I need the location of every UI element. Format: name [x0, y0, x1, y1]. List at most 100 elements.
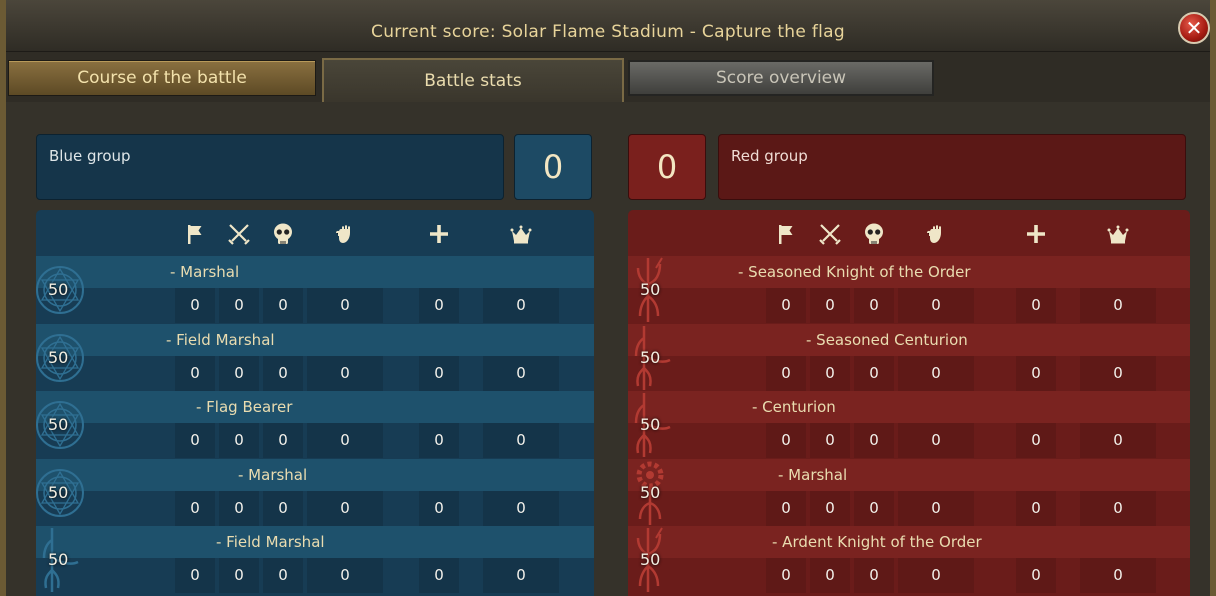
stat-crown: 0 — [1080, 490, 1156, 526]
red-player-row[interactable]: 50 - Centurion 0 0 0 0 0 0 — [628, 391, 1190, 458]
player-name-bar: - Marshal — [36, 458, 594, 491]
stat-crown: 0 — [483, 355, 559, 391]
stat-flag: 0 — [175, 490, 215, 526]
stat-skull: 0 — [263, 288, 303, 323]
stat-flag: 0 — [175, 288, 215, 323]
stat-flag: 0 — [766, 288, 806, 323]
player-level: 50 — [48, 347, 69, 367]
stat-fist: 0 — [307, 355, 383, 391]
player-level: 50 — [48, 550, 69, 569]
branch-emblem: 50 — [628, 391, 682, 458]
crossed-swords-icon — [227, 222, 251, 246]
stat-skull: 0 — [263, 490, 303, 526]
player-name-bar: - Marshal — [628, 458, 1190, 491]
battle-stats-content: Blue group 0 50- Marshal 0 0 0 0 0 0 50- Field … — [6, 102, 1210, 596]
blue-stats-table: 50- Marshal 0 0 0 0 0 0 50- Field Marshal 0 0 0 0 0 0… — [36, 210, 594, 596]
circle-rune-emblem: 50 — [36, 459, 90, 526]
blue-group-label: Blue group — [36, 134, 504, 200]
stat-skull: 0 — [854, 558, 894, 593]
trident-emblem: 50 — [628, 526, 682, 593]
blue-player-row[interactable]: 50- Field Marshal 0 0 0 0 0 0 — [36, 526, 594, 593]
close-icon[interactable]: ✕ — [1178, 12, 1210, 44]
player-rank-name: - Seasoned Centurion — [806, 330, 968, 349]
stat-flag: 0 — [175, 558, 215, 593]
red-player-row[interactable]: 50- Seasoned Knight of the Order 0 0 0 0 0 0 — [628, 256, 1190, 323]
player-stats: 000000 — [36, 490, 594, 526]
stat-fist: 0 — [898, 490, 974, 526]
stat-plus: 0 — [419, 288, 459, 323]
stat-fist: 0 — [307, 288, 383, 323]
crossed-swords-icon — [818, 222, 842, 246]
player-stats: 000000 — [628, 490, 1190, 526]
player-rank-name: - Flag Bearer — [196, 398, 293, 416]
player-stats: 000000 — [36, 423, 594, 458]
stat-skull: 0 — [854, 355, 894, 391]
trident-emblem: 50 — [628, 256, 682, 323]
blue-player-row[interactable]: 50- Flag Bearer 0 0 0 0 0 0 — [36, 391, 594, 458]
player-rank-name: - Centurion — [752, 398, 836, 416]
stat-skull: 0 — [854, 423, 894, 458]
stat-plus: 0 — [1016, 558, 1056, 593]
player-level: 50 — [640, 482, 661, 502]
player-level: 50 — [48, 280, 69, 299]
blue-player-row[interactable]: 50- Marshal 0 0 0 0 0 0 — [36, 256, 594, 323]
player-rank-name: - Marshal — [238, 465, 308, 484]
stat-fist: 0 — [307, 423, 383, 458]
player-rank-name: - Field Marshal — [166, 330, 275, 349]
player-stats: 000000 — [628, 423, 1190, 458]
player-stats: 000000 — [628, 355, 1190, 391]
stat-fist: 0 — [898, 423, 974, 458]
tab-course-of-battle[interactable]: Course of the battle — [8, 60, 316, 96]
player-rank-name: - Field Marshal — [216, 533, 325, 551]
stat-crown: 0 — [483, 423, 559, 458]
player-level: 50 — [640, 347, 661, 367]
player-stats: 000000 — [628, 288, 1190, 323]
player-level: 50 — [48, 482, 69, 502]
stat-crossed-swords: 0 — [810, 558, 850, 593]
player-name-bar: - Flag Bearer — [36, 391, 594, 423]
circle-rune-emblem: 50 — [36, 391, 90, 458]
stat-crown: 0 — [483, 558, 559, 593]
stat-fist: 0 — [307, 558, 383, 593]
red-player-row[interactable]: 50 - Seasoned Centurion 0 0 0 0 0 0 — [628, 323, 1190, 391]
stat-skull: 0 — [263, 558, 303, 593]
title-bar: Current score: Solar Flame Stadium - Cap… — [6, 0, 1210, 52]
stat-crown: 0 — [1080, 423, 1156, 458]
crown-icon — [1106, 222, 1130, 246]
red-group-label: Red group — [718, 134, 1186, 200]
stat-crossed-swords: 0 — [810, 288, 850, 323]
flag-icon — [183, 222, 207, 246]
blue-player-row[interactable]: 50- Marshal 0 0 0 0 0 0 — [36, 458, 594, 526]
stat-crossed-swords: 0 — [219, 288, 259, 323]
stat-plus: 0 — [419, 558, 459, 593]
stat-plus: 0 — [1016, 423, 1056, 458]
branch-emblem: 50 — [36, 526, 90, 593]
player-rank-name: - Marshal — [778, 465, 848, 484]
tab-battle-stats[interactable]: Battle stats — [322, 58, 624, 102]
branch-emblem: 50 — [628, 324, 682, 391]
circle-rune-emblem: 50 — [36, 324, 90, 391]
blue-team-panel: Blue group 0 50- Marshal 0 0 0 0 0 0 50- Field … — [28, 128, 602, 596]
stat-crown: 0 — [1080, 288, 1156, 323]
red-player-row[interactable]: 50 - Ardent Knight of the Order 0 0 0 0 0 0 — [628, 526, 1190, 593]
blue-player-row[interactable]: 50- Field Marshal 0 0 0 0 0 0 — [36, 323, 594, 391]
red-stat-header — [628, 210, 1190, 256]
red-team-panel: 0 Red group 50 - Seasoned Knight of the O… — [620, 128, 1198, 596]
player-rank-name: - Marshal — [170, 263, 240, 281]
stat-plus: 0 — [419, 355, 459, 391]
stat-flag: 0 — [175, 355, 215, 391]
red-stats-table: 50- Seasoned Knight of the Order 0 0 0 0 0 0 50… — [628, 210, 1190, 596]
flag-icon — [774, 222, 798, 246]
player-level: 50 — [48, 415, 69, 434]
red-player-row[interactable]: 50 - Marshal 0 0 0 0 0 0 — [628, 458, 1190, 526]
stat-plus: 0 — [1016, 288, 1056, 323]
player-name-bar: - Field Marshal — [36, 323, 594, 356]
stat-skull: 0 — [854, 490, 894, 526]
player-stats: 000000 — [628, 558, 1190, 593]
tab-score-overview[interactable]: Score overview — [628, 60, 934, 96]
stat-crossed-swords: 0 — [219, 558, 259, 593]
stat-crown: 0 — [1080, 558, 1156, 593]
tab-bar: Course of the battle Battle stats Score … — [6, 52, 1210, 102]
player-rank-name: - Ardent Knight of the Order — [772, 533, 982, 551]
stat-skull: 0 — [854, 288, 894, 323]
